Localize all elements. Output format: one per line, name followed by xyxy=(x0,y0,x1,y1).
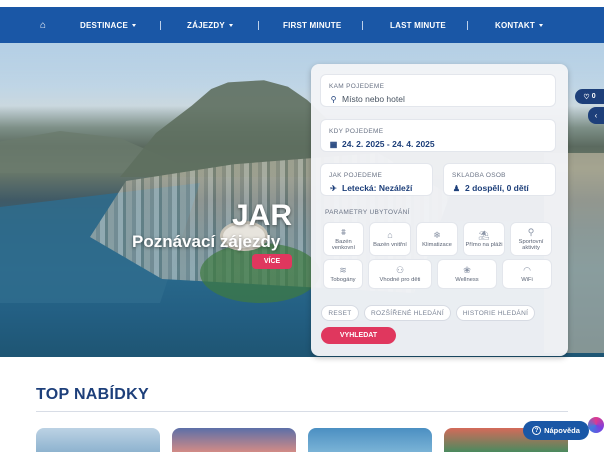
chevron-left-icon: ‹ xyxy=(594,111,598,120)
transport-text: Letecká: Nezáleží xyxy=(342,183,413,193)
offer-card[interactable] xyxy=(172,428,296,452)
amenity-indoor-pool[interactable]: ⌂ Bazén vnitřní xyxy=(369,222,411,256)
params-label: PARAMETRY UBYTOVÁNÍ xyxy=(325,209,410,216)
indoor-pool-icon: ⌂ xyxy=(387,229,393,240)
transport-field[interactable]: JAK POJEDEME ✈ Letecká: Nezáleží xyxy=(320,163,433,196)
amenity-outdoor-pool[interactable]: ⩩ Bazén venkovní xyxy=(323,222,364,256)
nav-first-minute[interactable]: FIRST MINUTE xyxy=(283,7,341,43)
nav-destinace-label: DESTINACE xyxy=(80,20,129,30)
nav-kontakt[interactable]: KONTAKT xyxy=(495,7,543,43)
advanced-search-button[interactable]: ROZŠÍŘENÉ HLEDÁNÍ xyxy=(364,305,451,321)
amenity-wifi[interactable]: ◠ WiFi xyxy=(502,259,552,289)
nav-separator xyxy=(362,21,363,30)
home-icon[interactable]: ⌂ xyxy=(40,7,46,43)
amenity-label: Přímo na pláži xyxy=(465,241,503,248)
amenity-label: Klimatizace xyxy=(422,241,452,248)
question-icon: ? xyxy=(532,426,542,435)
top-offers-title: TOP NABÍDKY xyxy=(36,386,149,403)
help-label: Nápověda xyxy=(544,426,580,435)
amenity-label: Wellness xyxy=(455,276,479,283)
beach-umbrella-icon: ⛱ xyxy=(478,229,490,240)
hero-subtitle: Poznávací zájezdy xyxy=(132,232,281,251)
destination-placeholder: Místo nebo hotel xyxy=(342,94,405,104)
nav-last-minute-label: LAST MINUTE xyxy=(390,20,446,30)
nav-kontakt-label: KONTAKT xyxy=(495,20,535,30)
wifi-icon: ◠ xyxy=(523,264,531,275)
offer-card[interactable] xyxy=(36,428,160,452)
travelers-label: SKLADBA OSOB xyxy=(452,172,506,179)
nav-separator xyxy=(467,21,468,30)
amenity-label: Sportovní aktivity xyxy=(518,238,544,252)
transport-value[interactable]: ✈ Letecká: Nezáleží xyxy=(329,183,412,193)
heart-icon: ♡ xyxy=(583,93,590,101)
offer-card[interactable] xyxy=(308,428,432,452)
side-panel-toggle[interactable]: ‹ xyxy=(588,107,604,124)
nav-first-minute-label: FIRST MINUTE xyxy=(283,20,342,30)
nav-separator xyxy=(258,21,259,30)
hero-title: JAR xyxy=(232,199,293,232)
snowflake-icon: ❄ xyxy=(433,229,441,240)
travelers-text: 2 dospělí, 0 dětí xyxy=(465,183,529,193)
reset-button[interactable]: RESET xyxy=(321,305,359,321)
search-panel: KAM POJEDEME ⚲ Místo nebo hotel KDY POJE… xyxy=(311,64,568,356)
hero-more-button[interactable]: VÍCE xyxy=(252,254,292,269)
calendar-icon: ▦ xyxy=(329,139,338,149)
help-button[interactable]: ? Nápověda xyxy=(523,421,589,440)
dates-text: 24. 2. 2025 - 24. 4. 2025 xyxy=(342,139,435,149)
main-nav: ⌂ DESTINACE ZÁJEZDY FIRST MINUTE LAST MI… xyxy=(0,7,604,43)
search-button[interactable]: VYHLEDAT xyxy=(321,327,396,344)
lotus-icon: ❀ xyxy=(463,264,471,275)
amenity-slides[interactable]: ≋ Tobogány xyxy=(323,259,363,289)
amenity-wellness[interactable]: ❀ Wellness xyxy=(437,259,497,289)
chevron-down-icon xyxy=(538,23,543,27)
favorites-count: 0 xyxy=(591,93,596,100)
amenity-label: Bazén venkovní xyxy=(331,238,356,252)
amenity-label: Vhodné pro děti xyxy=(379,276,421,283)
destination-label: KAM POJEDEME xyxy=(329,83,385,90)
top-offers-divider xyxy=(36,411,568,412)
amenity-label: Bazén vnitřní xyxy=(373,241,407,248)
amenity-beachfront[interactable]: ⛱ Přímo na pláži xyxy=(463,222,505,256)
amenity-sports[interactable]: ⚲ Sportovní aktivity xyxy=(510,222,552,256)
nav-zajezdy[interactable]: ZÁJEZDY xyxy=(187,7,233,43)
nav-separator xyxy=(160,21,161,30)
destination-input[interactable]: ⚲ Místo nebo hotel xyxy=(329,94,405,104)
amenity-air-conditioning[interactable]: ❄ Klimatizace xyxy=(416,222,458,256)
destination-field[interactable]: KAM POJEDEME ⚲ Místo nebo hotel xyxy=(320,74,556,107)
travelers-field[interactable]: SKLADBA OSOB ♟ 2 dospělí, 0 dětí xyxy=(443,163,556,196)
plane-icon: ✈ xyxy=(330,183,337,193)
dates-value[interactable]: ▦ 24. 2. 2025 - 24. 4. 2025 xyxy=(329,139,435,149)
top-strip xyxy=(0,0,604,7)
map-pin-icon: ⚲ xyxy=(330,94,337,104)
amenity-label: WiFi xyxy=(521,276,533,283)
dates-label: KDY POJEDEME xyxy=(329,128,384,135)
nav-zajezdy-label: ZÁJEZDY xyxy=(187,20,225,30)
travelers-value[interactable]: ♟ 2 dospělí, 0 dětí xyxy=(452,183,529,193)
dates-field[interactable]: KDY POJEDEME ▦ 24. 2. 2025 - 24. 4. 2025 xyxy=(320,119,556,152)
amenity-label: Tobogány xyxy=(330,276,356,283)
chevron-down-icon xyxy=(132,23,137,27)
nav-destinace[interactable]: DESTINACE xyxy=(80,7,137,43)
outdoor-pool-icon: ⩩ xyxy=(341,226,346,237)
sport-icon: ⚲ xyxy=(527,226,535,237)
chat-widget-icon[interactable] xyxy=(588,417,604,433)
chevron-down-icon xyxy=(228,23,233,27)
transport-label: JAK POJEDEME xyxy=(329,172,383,179)
people-icon: ♟ xyxy=(452,183,461,193)
slide-icon: ≋ xyxy=(339,264,347,275)
hero-park xyxy=(200,243,320,303)
family-icon: ⚇ xyxy=(395,264,405,275)
nav-last-minute[interactable]: LAST MINUTE xyxy=(390,7,446,43)
search-history-button[interactable]: HISTORIE HLEDÁNÍ xyxy=(456,305,535,321)
favorites-button[interactable]: ♡ 0 xyxy=(575,89,604,104)
amenity-kids[interactable]: ⚇ Vhodné pro děti xyxy=(368,259,432,289)
